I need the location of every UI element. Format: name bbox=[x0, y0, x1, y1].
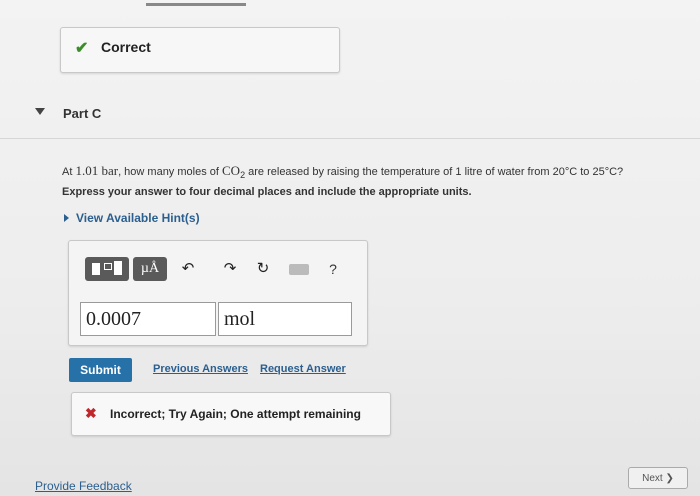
caret-down-icon[interactable] bbox=[35, 108, 45, 115]
part-title: Part C bbox=[63, 106, 102, 121]
question-compound: CO bbox=[222, 163, 241, 178]
question-prefix: At bbox=[62, 166, 76, 178]
part-c-header[interactable]: Part C bbox=[0, 94, 700, 139]
redo-icon[interactable]: ↷ bbox=[220, 257, 240, 281]
incorrect-feedback-box: ✖ Incorrect; Try Again; One attempt rema… bbox=[71, 392, 391, 436]
checkmark-icon: ✔ bbox=[75, 40, 89, 57]
question-suffix: are released by raising the temperature … bbox=[245, 166, 624, 178]
question-instruction: Express your answer to four decimal plac… bbox=[62, 186, 472, 198]
previous-answers-link[interactable]: Previous Answers bbox=[153, 363, 248, 375]
undo-icon[interactable]: ↶ bbox=[178, 257, 198, 281]
correct-status-box: ✔ Correct bbox=[60, 27, 340, 73]
hint-label: View Available Hint(s) bbox=[76, 211, 200, 225]
question-text: At 1.01 bar, how many moles of CO2 are r… bbox=[62, 163, 623, 180]
x-icon: ✖ bbox=[85, 405, 97, 421]
keyboard-icon[interactable] bbox=[287, 257, 311, 281]
answer-panel: µÅ ↶ ↷ ↻ ? 0.0007 mol bbox=[68, 240, 368, 346]
templates-icon[interactable] bbox=[85, 257, 129, 281]
units-icon[interactable]: µÅ bbox=[133, 257, 167, 281]
previous-answers-tab-edge bbox=[146, 0, 246, 6]
view-hints-link[interactable]: View Available Hint(s) bbox=[64, 211, 200, 225]
reset-icon[interactable]: ↻ bbox=[253, 257, 273, 281]
feedback-message: Incorrect; Try Again; One attempt remain… bbox=[110, 407, 361, 421]
question-middle: , how many moles of bbox=[118, 166, 222, 178]
triangle-right-icon bbox=[64, 214, 69, 222]
request-answer-link[interactable]: Request Answer bbox=[260, 363, 346, 375]
help-icon[interactable]: ? bbox=[323, 257, 343, 281]
next-button[interactable]: Next ❯ bbox=[628, 467, 688, 489]
answer-value-input[interactable]: 0.0007 bbox=[80, 302, 216, 336]
correct-label: Correct bbox=[101, 39, 151, 55]
answer-units-input[interactable]: mol bbox=[218, 302, 352, 336]
provide-feedback-link[interactable]: Provide Feedback bbox=[35, 479, 132, 493]
question-pressure: 1.01 bar bbox=[75, 163, 119, 178]
submit-button[interactable]: Submit bbox=[69, 358, 132, 382]
